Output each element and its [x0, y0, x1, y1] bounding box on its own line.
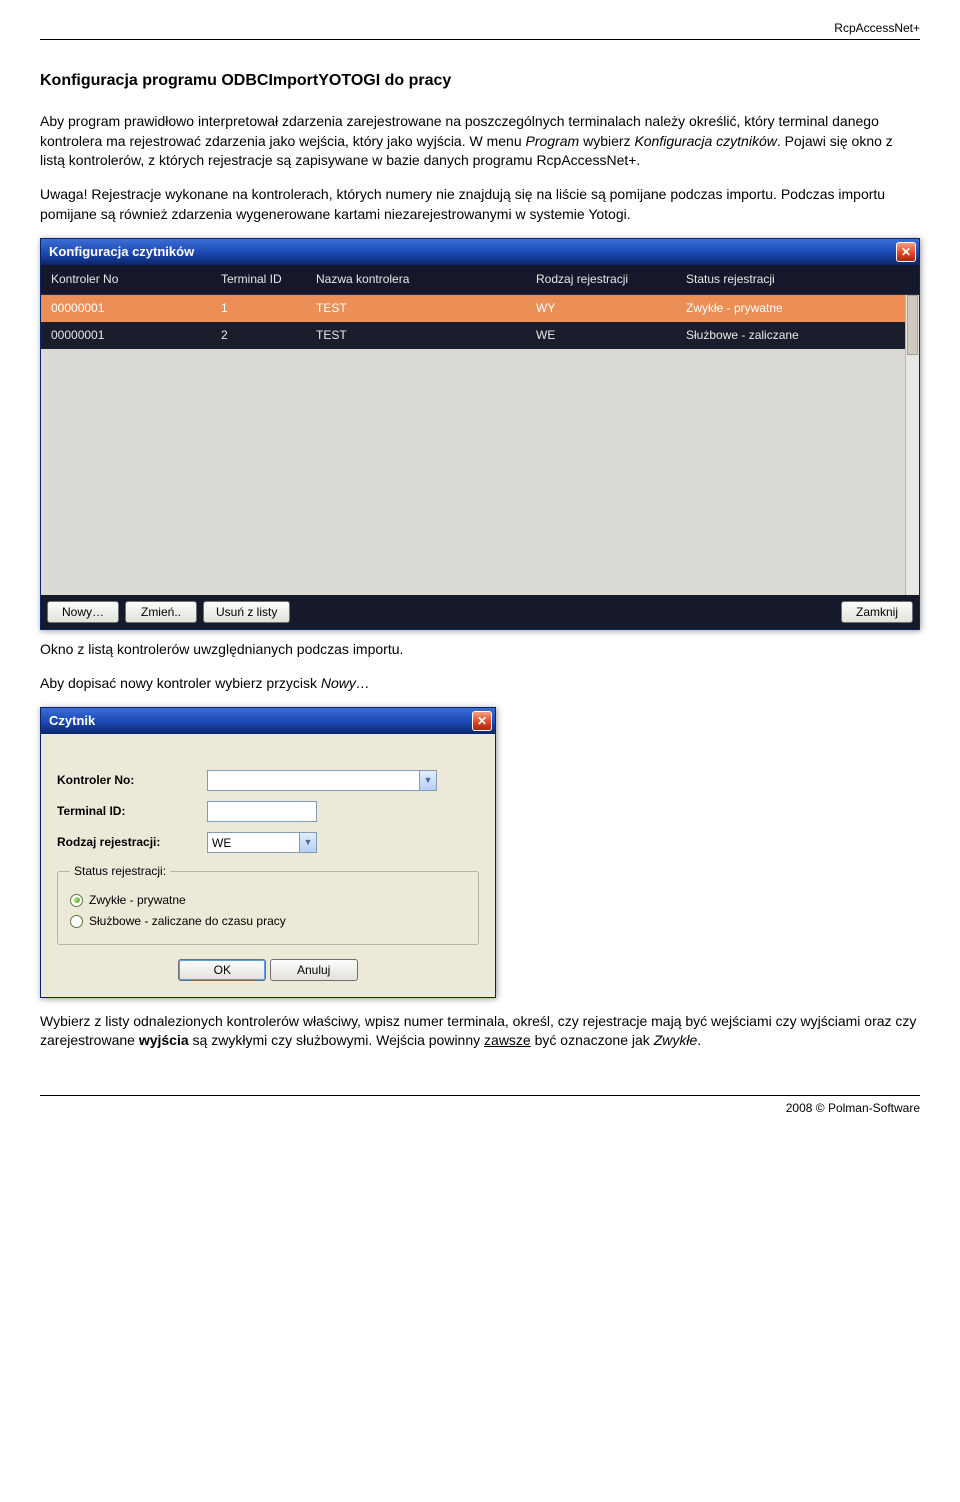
close-icon[interactable]: ✕: [472, 711, 492, 731]
edit-button[interactable]: Zmień..: [125, 601, 197, 623]
paragraph-3: Aby dopisać nowy kontroler wybierz przyc…: [40, 674, 920, 694]
window-title: Czytnik: [49, 712, 95, 730]
header-rule: [40, 39, 920, 40]
titlebar[interactable]: Czytnik ✕: [41, 708, 495, 734]
radio-option-sluzbowe[interactable]: Służbowe - zaliczane do czasu pracy: [70, 913, 466, 930]
table-header: Kontroler No Terminal ID Nazwa kontroler…: [41, 265, 919, 295]
col-header-terminal-id[interactable]: Terminal ID: [217, 269, 312, 290]
window-button-bar: Nowy… Zmień.. Usuń z listy Zamknij: [41, 595, 919, 629]
label-rodzaj-rejestracji: Rodzaj rejestracji:: [57, 834, 207, 851]
delete-button[interactable]: Usuń z listy: [203, 601, 290, 623]
fieldset-legend: Status rejestracji:: [70, 863, 170, 880]
kontroler-no-combo[interactable]: [207, 770, 437, 791]
paragraph-4: Wybierz z listy odnalezionych kontroleró…: [40, 1012, 920, 1051]
radio-option-zwykle[interactable]: Zwykłe - prywatne: [70, 892, 466, 909]
paragraph-2-warning: Uwaga! Rejestracje wykonane na kontroler…: [40, 185, 920, 224]
table-row[interactable]: 00000001 2 TEST WE Służbowe - zaliczane: [41, 322, 905, 349]
footer-rule: [40, 1095, 920, 1096]
titlebar[interactable]: Konfiguracja czytników ✕: [41, 239, 919, 265]
close-icon[interactable]: ✕: [896, 242, 916, 262]
footer-copyright: 2008 © Polman-Software: [0, 1100, 960, 1137]
col-header-kontroler-no[interactable]: Kontroler No: [47, 269, 217, 290]
col-header-nazwa-kontrolera[interactable]: Nazwa kontrolera: [312, 269, 532, 290]
ok-button[interactable]: OK: [178, 959, 266, 981]
col-header-status-rejestracji[interactable]: Status rejestracji: [682, 269, 842, 290]
page-title: Konfiguracja programu ODBCImportYOTOGI d…: [40, 70, 920, 92]
label-terminal-id: Terminal ID:: [57, 803, 207, 820]
paragraph-1: Aby program prawidłowo interpretował zda…: [40, 112, 920, 171]
cancel-button[interactable]: Anuluj: [270, 959, 358, 981]
table-body: 00000001 1 TEST WY Zwykłe - prywatne 000…: [41, 295, 919, 595]
status-rejestracji-group: Status rejestracji: Zwykłe - prywatne Sł…: [57, 863, 479, 944]
readers-config-window: Konfiguracja czytników ✕ Kontroler No Te…: [40, 238, 920, 630]
new-button[interactable]: Nowy…: [47, 601, 119, 623]
header-product: RcpAccessNet+: [40, 20, 920, 37]
scrollbar[interactable]: [905, 295, 919, 595]
col-header-rodzaj-rejestracji[interactable]: Rodzaj rejestracji: [532, 269, 682, 290]
radio-icon[interactable]: [70, 894, 83, 907]
chevron-down-icon[interactable]: ▼: [419, 771, 436, 790]
chevron-down-icon[interactable]: ▼: [299, 833, 316, 852]
window-title: Konfiguracja czytników: [49, 243, 194, 261]
caption-1: Okno z listą kontrolerów uwzględnianych …: [40, 640, 920, 660]
label-kontroler-no: Kontroler No:: [57, 772, 207, 789]
radio-icon[interactable]: [70, 915, 83, 928]
terminal-id-field[interactable]: [207, 801, 317, 822]
table-row[interactable]: 00000001 1 TEST WY Zwykłe - prywatne: [41, 295, 905, 322]
close-button[interactable]: Zamknij: [841, 601, 913, 623]
reader-dialog: Czytnik ✕ Kontroler No: ▼ Terminal ID: R…: [40, 707, 496, 997]
